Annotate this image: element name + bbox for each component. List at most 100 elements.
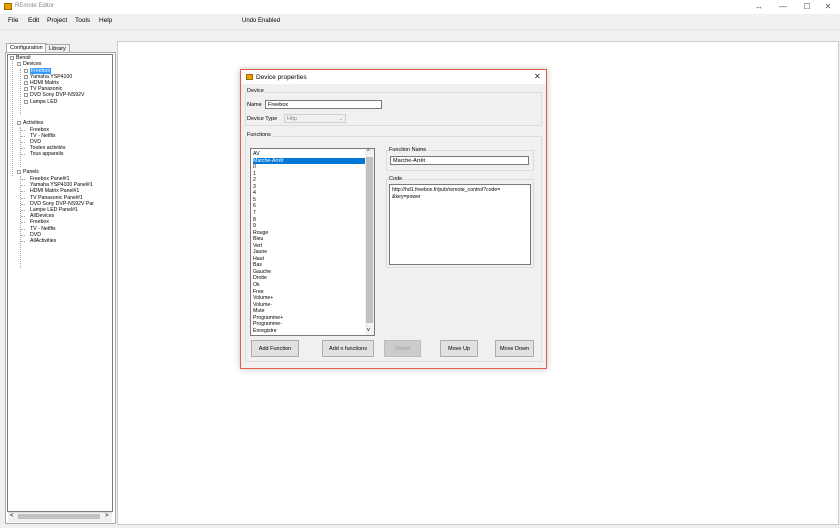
function-list-item[interactable]: 1 xyxy=(253,171,256,178)
tab-configuration[interactable]: Configuration xyxy=(6,43,47,52)
tree-device-item[interactable]: TV Panasonic xyxy=(30,86,62,92)
move-down-button[interactable]: Move Down xyxy=(495,340,534,357)
delete-button[interactable]: Delete xyxy=(384,340,421,357)
tree-connector-line xyxy=(21,179,25,180)
function-list-item[interactable]: Mute xyxy=(253,308,265,315)
scroll-up-icon[interactable]: ^ xyxy=(367,149,370,155)
function-list-item[interactable]: 5 xyxy=(253,197,256,204)
function-list-item[interactable]: 4 xyxy=(253,190,256,197)
expand-toggle-icon[interactable] xyxy=(17,121,21,125)
tree-device-item[interactable]: Freebox xyxy=(30,68,52,74)
tree-panel-item[interactable]: Freebox xyxy=(30,219,49,225)
resize-icon[interactable]: ↔ xyxy=(747,0,771,14)
tree-activity-item[interactable]: Tous appareils xyxy=(30,151,63,157)
function-list-item[interactable]: 2 xyxy=(253,177,256,184)
function-list-item[interactable]: Marche-Arrêt xyxy=(253,157,365,165)
function-list-item[interactable]: Bleu xyxy=(253,236,263,243)
function-list-item[interactable]: 3 xyxy=(253,184,256,191)
tree-panel-item[interactable]: DVD xyxy=(30,232,41,238)
tree-panel-item[interactable]: Lampe LED Panel#1 xyxy=(30,207,78,213)
functions-scroll-thumb[interactable] xyxy=(366,157,373,323)
function-list-item[interactable]: Rouge xyxy=(253,230,268,237)
function-list-item[interactable]: 0 xyxy=(253,164,256,171)
expand-toggle-icon[interactable] xyxy=(17,170,21,174)
tree-panel-item[interactable]: AllDevices xyxy=(30,213,54,219)
menu-edit[interactable]: Edit xyxy=(28,17,39,24)
function-list-item[interactable]: Vert xyxy=(253,243,262,250)
code-field[interactable] xyxy=(389,184,531,265)
expand-toggle-icon[interactable] xyxy=(24,93,28,98)
function-list-item[interactable]: Ok xyxy=(253,282,260,289)
tree-panel-item[interactable]: AllActivities xyxy=(30,238,56,244)
expand-toggle-icon[interactable] xyxy=(24,75,28,80)
close-button[interactable]: ✕ xyxy=(816,0,840,14)
tree-activity-item[interactable]: DVD xyxy=(30,139,41,145)
tree-activity-item[interactable]: TV - Netflix xyxy=(30,133,56,139)
tree-connector-line xyxy=(21,197,25,199)
tree-panel-item[interactable]: TV - Netflix xyxy=(30,226,56,232)
add-n-functions-button[interactable]: Add n functions xyxy=(322,340,374,357)
expand-toggle-icon[interactable] xyxy=(17,62,21,66)
tree-panel-item[interactable]: Yamaha YSP4100 Panel#1 xyxy=(30,182,93,188)
function-list-item[interactable]: 9 xyxy=(253,223,256,230)
tree-scroll-thumb[interactable] xyxy=(18,514,100,519)
name-field[interactable]: Freebox xyxy=(265,100,382,109)
menu-file[interactable]: File xyxy=(8,17,18,24)
function-list-item[interactable]: Jaune xyxy=(253,249,267,256)
function-list-item[interactable]: 6 xyxy=(253,203,256,210)
function-list-item[interactable]: Bas xyxy=(253,262,262,269)
tree-panel-item[interactable]: Freebox Panel#1 xyxy=(30,176,70,182)
minimize-button[interactable]: — xyxy=(771,0,795,14)
tree-connector-line xyxy=(12,61,13,176)
tree-device-item[interactable]: DVD Sony DVP-NS92V xyxy=(30,92,85,98)
expand-toggle-icon[interactable] xyxy=(24,99,28,104)
menu-help[interactable]: Help xyxy=(99,17,112,24)
tree-connector-line xyxy=(21,142,25,144)
function-list-item[interactable]: Gauche xyxy=(253,269,271,276)
add-function-button[interactable]: Add Function xyxy=(251,340,299,357)
tree-device-item[interactable]: Lampe LED xyxy=(30,99,57,105)
dialog-close-icon[interactable]: ✕ xyxy=(534,72,541,81)
move-up-button[interactable]: Move Up xyxy=(440,340,478,357)
scroll-left-icon[interactable]: < xyxy=(10,513,14,519)
tree-panel-item[interactable]: HDMI Matrix Panel#1 xyxy=(30,188,79,194)
function-list-item[interactable]: 8 xyxy=(253,217,256,224)
tree-connector-line xyxy=(21,216,25,218)
project-tree[interactable]: Benoit Devices Freebox Yamaha YSP4100 HDMI M… xyxy=(7,54,113,512)
tab-library[interactable]: Library xyxy=(45,44,70,52)
function-list-item[interactable]: Programme+ xyxy=(253,315,283,322)
function-list-item[interactable]: AV xyxy=(253,151,260,158)
expand-toggle-icon[interactable] xyxy=(24,81,28,86)
tree-panels-folder[interactable]: Panels xyxy=(23,169,39,175)
function-list-item[interactable]: Haut xyxy=(253,256,264,263)
expand-toggle-icon[interactable] xyxy=(24,87,28,92)
function-list-item[interactable]: Free xyxy=(253,289,264,296)
menu-project[interactable]: Project xyxy=(47,17,67,24)
tree-activity-item[interactable]: Freebox xyxy=(30,127,49,133)
function-name-field[interactable]: Marche-Arrêt xyxy=(390,156,529,165)
function-list-item[interactable]: Enregistre xyxy=(253,328,277,335)
tree-activities-folder[interactable]: Activities xyxy=(23,120,43,126)
chevron-down-icon: ⌄ xyxy=(338,116,343,122)
function-list-item[interactable]: Programme- xyxy=(253,321,282,328)
device-type-select[interactable]: Http ⌄ xyxy=(284,114,346,123)
expand-toggle-icon[interactable] xyxy=(24,69,28,73)
tree-devices-folder[interactable]: Devices xyxy=(23,61,41,67)
function-list-item[interactable]: 7 xyxy=(253,210,256,217)
function-list-item[interactable]: Volume- xyxy=(253,302,272,309)
function-list-item[interactable]: Volume+ xyxy=(253,295,273,302)
function-list-item[interactable]: Droite xyxy=(253,275,267,282)
expand-toggle-icon[interactable] xyxy=(10,56,14,60)
tree-panel-item[interactable]: DVD Sony DVP-NS92V Par xyxy=(30,201,94,207)
functions-list[interactable]: AV Marche-Arrêt 0 1 2 3 4 5 6 7 8 9 Rouge Bleu Vert Jau… xyxy=(250,148,375,336)
tree-connector-line xyxy=(21,154,25,156)
tree-panel-item[interactable]: TV Panasonic Panel#1 xyxy=(30,195,83,201)
menu-tools[interactable]: Tools xyxy=(75,17,90,24)
tree-device-item[interactable]: Yamaha YSP4100 xyxy=(30,74,72,80)
menu-bar xyxy=(0,14,840,28)
dialog-title: Device properties xyxy=(256,74,307,81)
tree-activity-item[interactable]: Toutes activités xyxy=(30,145,65,151)
scroll-right-icon[interactable]: > xyxy=(105,513,109,519)
tree-device-item[interactable]: HDMI Matrix xyxy=(30,80,59,86)
scroll-down-icon[interactable]: v xyxy=(367,327,370,333)
